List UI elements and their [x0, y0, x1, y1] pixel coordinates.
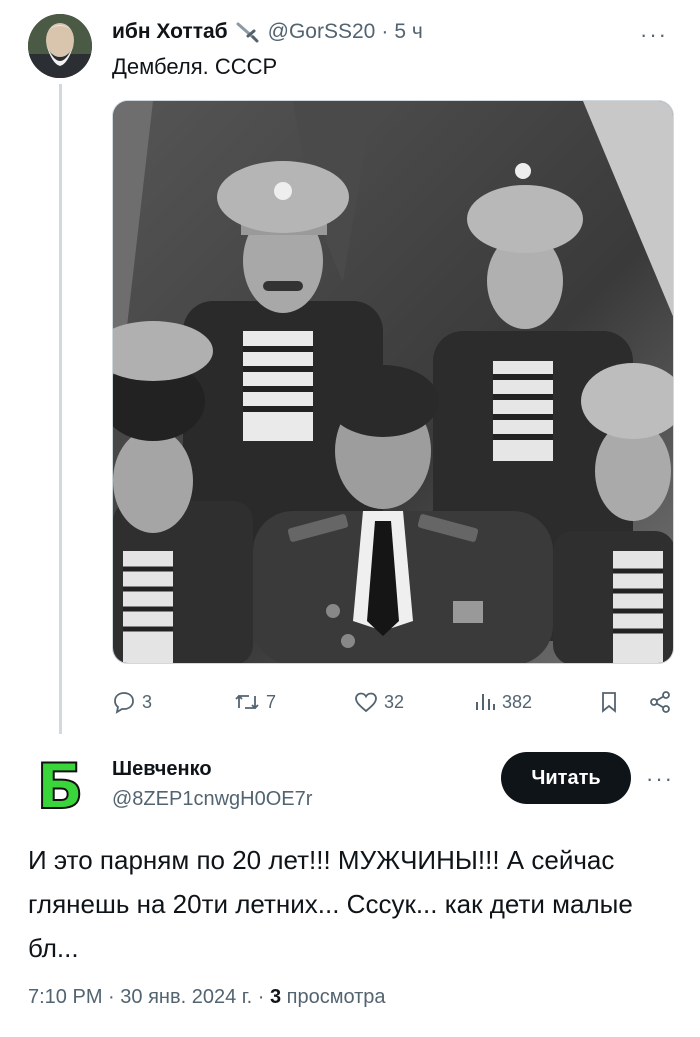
tweet-header: ибн Хоттаб @GorSS20 · 5 ч: [112, 20, 423, 44]
separator-dot: ·: [257, 986, 265, 1008]
author-handle[interactable]: @GorSS20: [268, 20, 376, 44]
thread-connector-line: [59, 84, 62, 734]
bookmark-button[interactable]: [598, 684, 620, 720]
reply-author-name[interactable]: Шевченко: [112, 758, 212, 781]
views-count: 382: [502, 691, 533, 712]
more-options-icon[interactable]: ···: [640, 22, 668, 48]
bookmark-icon: [602, 692, 616, 713]
post-time[interactable]: 7:10 PM: [28, 986, 102, 1008]
share-icon: [650, 691, 670, 713]
author-name[interactable]: ибн Хоттаб: [112, 20, 228, 44]
group-photo-image: [113, 101, 673, 663]
tweet-action-bar: 3 7 32 382: [112, 684, 674, 720]
tweet-time[interactable]: 5 ч: [394, 20, 422, 44]
reply-author-handle[interactable]: @8ZEP1cnwgH0OE7r: [112, 788, 312, 811]
tweet-meta: 7:10 PM · 30 янв. 2024 г. · 3 просмотра: [28, 986, 386, 1009]
analytics-bar-icon: [476, 694, 495, 710]
share-button[interactable]: [648, 684, 672, 720]
follow-button[interactable]: Читать: [501, 752, 631, 804]
views-button[interactable]: 382: [474, 684, 532, 720]
avatar-photo: [28, 14, 92, 78]
tweet-photo[interactable]: [112, 100, 674, 664]
separator-dot: ·: [381, 20, 389, 43]
reply-count: 3: [142, 691, 153, 712]
post-date[interactable]: 30 янв. 2024 г.: [120, 986, 252, 1008]
avatar-letter: Б: [36, 752, 83, 816]
retweet-icon: [235, 694, 259, 710]
reply-icon: [114, 692, 134, 714]
views-label: просмотра: [286, 986, 386, 1008]
like-button[interactable]: 32: [354, 684, 404, 720]
author-avatar[interactable]: [28, 14, 92, 78]
separator-dot: ·: [108, 986, 115, 1008]
retweet-button[interactable]: 7: [234, 684, 276, 720]
views-number: 3: [269, 986, 282, 1008]
more-options-icon[interactable]: ···: [646, 766, 674, 792]
retweet-count: 7: [266, 691, 277, 712]
reply-author-avatar[interactable]: Б: [30, 749, 90, 824]
heart-icon: [355, 692, 377, 713]
like-count: 32: [384, 691, 405, 712]
reply-button[interactable]: 3: [112, 684, 152, 720]
reply-text: И это парням по 20 лет!!! МУЖЧИНЫ!!! А с…: [28, 845, 633, 963]
letter-b-avatar-icon: Б: [35, 749, 84, 824]
tweet-text: Дембеля. СССР: [112, 54, 278, 79]
sword-emoji-icon: [234, 21, 260, 43]
